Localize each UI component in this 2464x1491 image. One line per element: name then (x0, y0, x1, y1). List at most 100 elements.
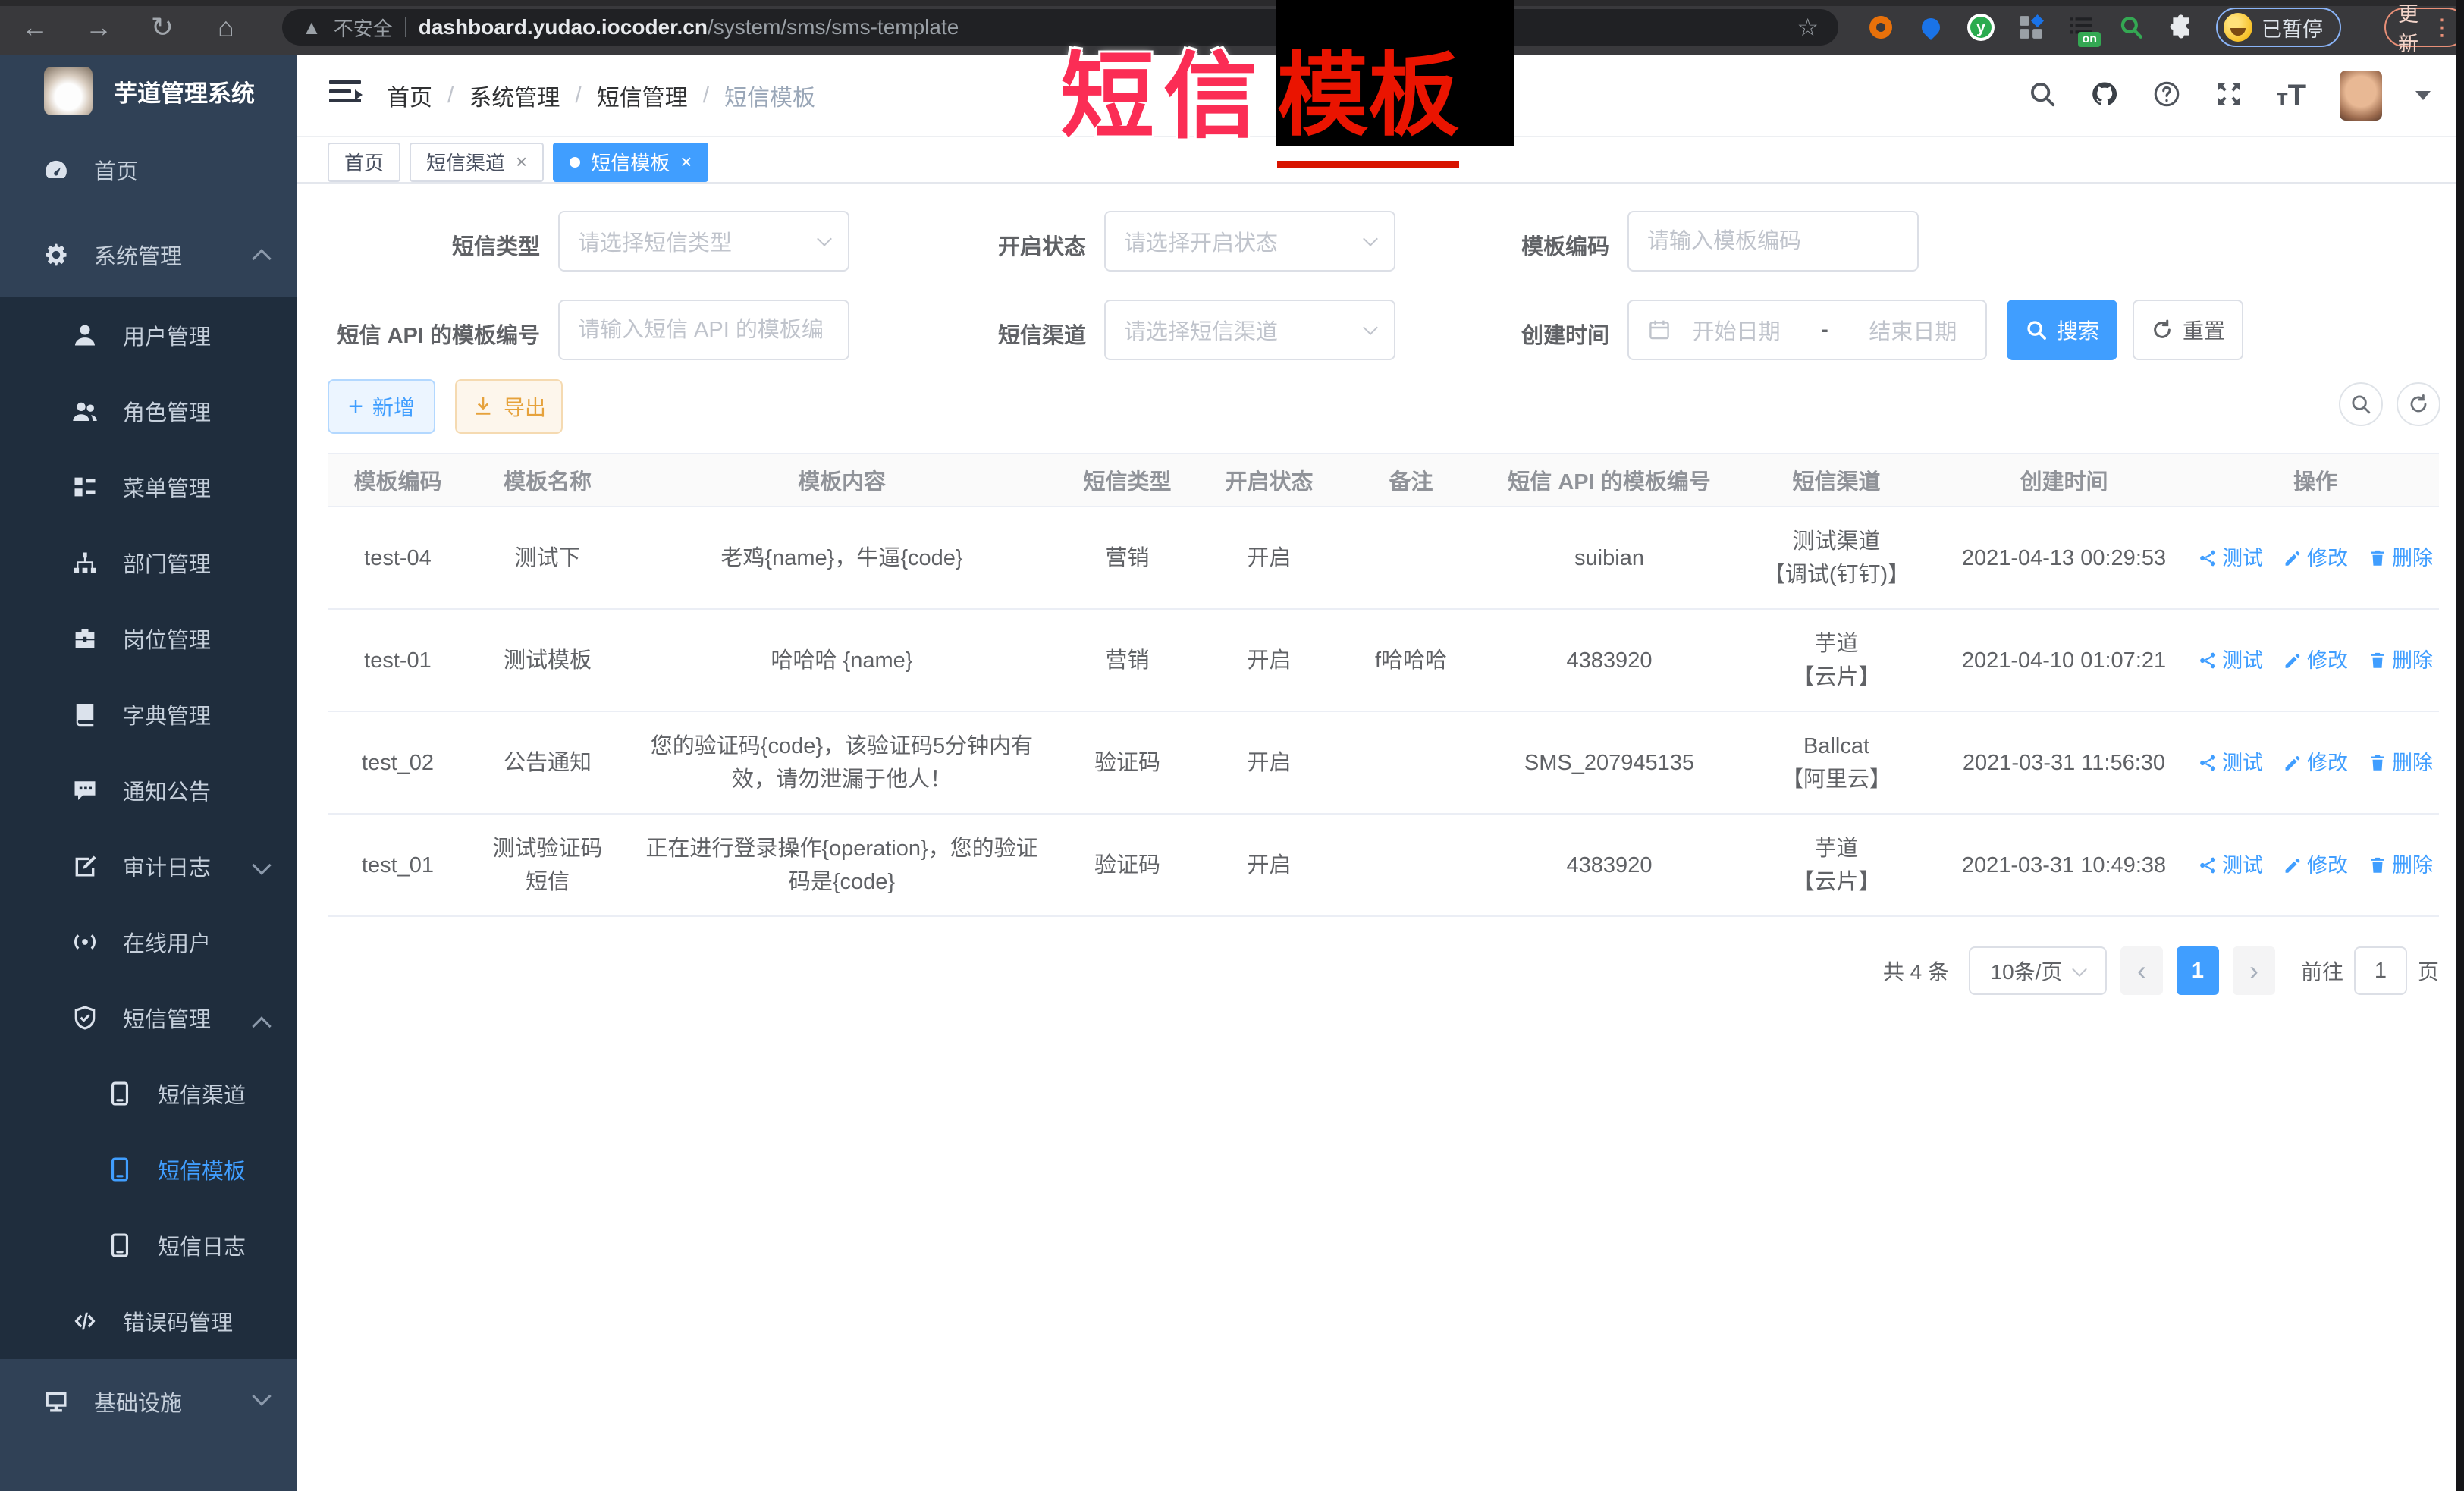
collapse-sidebar-icon[interactable] (329, 80, 361, 109)
sidebar-item-label: 通知公告 (123, 774, 211, 806)
profile-emoji-icon (2224, 13, 2252, 42)
page-unit-label: 页 (2418, 956, 2439, 986)
delete-link[interactable]: 删除 (2368, 644, 2433, 677)
app-logo[interactable]: 芋道管理系统 (0, 55, 297, 127)
sidebar-item-通知公告[interactable]: 通知公告 (0, 752, 297, 828)
reset-button[interactable]: 重置 (2133, 300, 2243, 360)
tab-短信模板[interactable]: 短信模板× (553, 143, 708, 182)
home-icon[interactable]: ⌂ (209, 11, 243, 43)
sidebar-item-审计日志[interactable]: 审计日志 (0, 828, 297, 904)
sidebar-item-基础设施[interactable]: 基础设施 (0, 1359, 297, 1444)
breadcrumb-item-短信管理[interactable]: 短信管理 (597, 79, 688, 112)
sidebar-item-label: 短信管理 (123, 1002, 211, 1034)
sidebar-item-短信渠道[interactable]: 短信渠道 (0, 1056, 297, 1132)
filter-input-field[interactable] (1647, 229, 1899, 254)
tab-bar: 首页短信渠道×短信模板× (297, 137, 2456, 184)
edit-link[interactable]: 修改 (2283, 746, 2348, 780)
next-page-button[interactable]: › (2233, 946, 2275, 995)
forward-icon[interactable]: → (82, 11, 115, 43)
close-tab-icon[interactable]: × (680, 150, 692, 174)
current-page[interactable]: 1 (2177, 946, 2219, 995)
breadcrumb-item-短信模板: 短信模板 (724, 79, 815, 112)
column-header-模板编码: 模板编码 (328, 454, 468, 507)
tab-label: 首页 (344, 148, 384, 176)
export-button[interactable]: 导出 (455, 379, 563, 434)
filter-input-模板编码[interactable] (1627, 211, 1919, 272)
test-link[interactable]: 测试 (2198, 644, 2263, 677)
goto-page-input[interactable] (2354, 946, 2407, 995)
test-link[interactable]: 测试 (2198, 746, 2263, 780)
sidebar-item-角色管理[interactable]: 角色管理 (0, 373, 297, 449)
table-cell-actions: 测试修改删除 (2192, 609, 2439, 711)
sidebar-item-短信模板[interactable]: 短信模板 (0, 1132, 297, 1207)
delete-link[interactable]: 删除 (2368, 541, 2433, 575)
sidebar-item-短信管理[interactable]: 短信管理 (0, 980, 297, 1056)
active-tab-dot (570, 157, 580, 168)
puzzle-icon[interactable] (2167, 14, 2195, 41)
show-search-toggle-button[interactable] (2339, 382, 2383, 426)
sidebar-item-在线用户[interactable]: 在线用户 (0, 904, 297, 980)
column-header-短信类型: 短信类型 (1056, 454, 1198, 507)
list-on-icon[interactable]: on (2067, 14, 2095, 41)
prev-page-button[interactable]: ‹ (2120, 946, 2163, 995)
sidebar-item-菜单管理[interactable]: 菜单管理 (0, 449, 297, 525)
test-link[interactable]: 测试 (2198, 849, 2263, 882)
sidebar-item-短信日志[interactable]: 短信日志 (0, 1207, 297, 1283)
caret-down-icon[interactable] (2415, 91, 2431, 100)
page-size-select[interactable]: 10条/页 (1969, 946, 2107, 995)
plus-icon: + (348, 394, 363, 419)
menu-icon (71, 473, 99, 501)
users-icon (71, 397, 99, 425)
table-cell-created-at: 2021-04-13 00:29:53 (1936, 507, 2192, 609)
tab-首页[interactable]: 首页 (328, 143, 400, 182)
add-button[interactable]: + 新增 (328, 379, 435, 434)
sidebar-item-部门管理[interactable]: 部门管理 (0, 525, 297, 601)
breadcrumb-separator: / (575, 83, 581, 108)
delete-link[interactable]: 删除 (2368, 746, 2433, 780)
sidebar-item-label: 短信模板 (158, 1154, 246, 1185)
table-cell-channel: Ballcat【阿里云】 (1737, 711, 1936, 814)
help-icon[interactable] (2152, 80, 2181, 112)
breadcrumb-item-系统管理[interactable]: 系统管理 (469, 79, 560, 112)
close-tab-icon[interactable]: × (516, 150, 527, 174)
green-y-icon[interactable]: y (1967, 14, 1995, 41)
bookmark-star-icon[interactable]: ☆ (1797, 13, 1819, 42)
browser-profile-badge[interactable]: 已暂停 (2216, 8, 2341, 47)
location-pin-icon[interactable] (1917, 14, 1945, 41)
magnifier-icon[interactable] (2117, 14, 2145, 41)
refresh-table-button[interactable] (2397, 382, 2440, 426)
address-bar[interactable]: ▲ 不安全 dashboard.yudao.iocoder.cn/system/… (282, 9, 1838, 46)
page-url[interactable]: dashboard.yudao.iocoder.cn/system/sms/sm… (419, 15, 959, 39)
sidebar-item-岗位管理[interactable]: 岗位管理 (0, 601, 297, 676)
breadcrumb-item-首页[interactable]: 首页 (387, 79, 432, 112)
test-link[interactable]: 测试 (2198, 541, 2263, 575)
sidebar-item-字典管理[interactable]: 字典管理 (0, 676, 297, 752)
fullscreen-icon[interactable] (2214, 80, 2243, 112)
search-button[interactable]: 搜索 (2007, 300, 2117, 360)
delete-link[interactable]: 删除 (2368, 849, 2433, 882)
sidebar-item-首页[interactable]: 首页 (0, 127, 297, 212)
sidebar-item-label: 岗位管理 (123, 623, 211, 654)
github-icon[interactable] (2090, 80, 2119, 112)
sidebar-item-系统管理[interactable]: 系统管理 (0, 212, 297, 297)
search-icon[interactable] (2028, 80, 2057, 112)
font-size-icon[interactable]: TT (2277, 79, 2306, 113)
table-cell (1340, 507, 1482, 609)
edit-link[interactable]: 修改 (2283, 849, 2348, 882)
grid-icon[interactable] (2017, 14, 2045, 41)
sidebar-item-错误码管理[interactable]: 错误码管理 (0, 1283, 297, 1359)
browser-menu-icon[interactable]: ⋮ (2431, 14, 2453, 41)
back-icon[interactable]: ← (18, 11, 52, 43)
edit-link[interactable]: 修改 (2283, 644, 2348, 677)
edit-link[interactable]: 修改 (2283, 541, 2348, 575)
sidebar-item-用户管理[interactable]: 用户管理 (0, 297, 297, 373)
sidebar-item-label: 系统管理 (94, 239, 182, 271)
orange-ring-icon[interactable] (1867, 14, 1894, 41)
breadcrumb: 首页/系统管理/短信管理/短信模板 (387, 55, 815, 137)
tab-短信渠道[interactable]: 短信渠道× (410, 143, 544, 182)
reload-icon[interactable]: ↻ (146, 11, 179, 43)
user-avatar[interactable] (2340, 71, 2382, 121)
filter-daterange-创建时间[interactable]: 开始日期-结束日期 (1627, 300, 1987, 360)
column-header-短信渠道: 短信渠道 (1737, 454, 1936, 507)
browser-update-button[interactable]: 更新 ⋮ (2384, 8, 2464, 47)
